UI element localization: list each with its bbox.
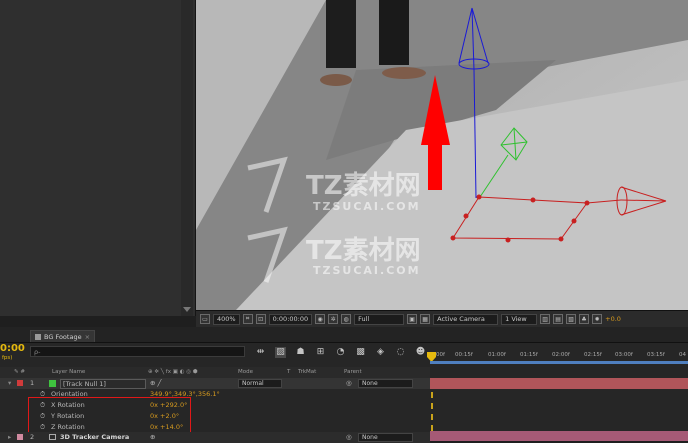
- person-left-leg: [326, 0, 356, 68]
- layer-number-2: 2: [30, 433, 35, 441]
- ruler-tick: 00f: [436, 352, 445, 358]
- collapse-arrow-icon[interactable]: ▸: [8, 433, 11, 441]
- show-channel-icon[interactable]: ✲: [328, 314, 339, 324]
- layer-name-2[interactable]: 3D Tracker Camera: [60, 433, 129, 441]
- timeline-icon[interactable]: ▧: [566, 314, 577, 324]
- shy-layers-icon[interactable]: ☗: [295, 347, 306, 358]
- graph-editor-icon[interactable]: ◌: [395, 347, 406, 358]
- frame-blending-icon[interactable]: ⊞: [315, 347, 326, 358]
- always-preview-icon[interactable]: ▭: [200, 314, 210, 324]
- color-channel-icon[interactable]: ◍: [341, 314, 352, 324]
- blend-mode-dropdown[interactable]: Normal: [238, 379, 282, 388]
- header-mode[interactable]: Mode: [238, 369, 253, 375]
- timeline-timecode[interactable]: 0:00: [0, 343, 25, 354]
- keyframe-x-rotation[interactable]: [431, 403, 433, 409]
- header-t: T: [287, 369, 291, 375]
- ruler-tick: 03:15f: [647, 352, 665, 358]
- viewer-footage: [196, 0, 688, 310]
- timeline-fps: fps): [2, 355, 13, 361]
- flowchart-icon[interactable]: ♣: [579, 314, 590, 324]
- ruler-tick: 03:00f: [615, 352, 633, 358]
- layer-2-duration-bar[interactable]: [430, 431, 688, 441]
- watermark-url: TZSUCAI.COM: [313, 200, 421, 213]
- tab-label: BG Footage: [44, 332, 82, 341]
- camera-view-dropdown[interactable]: Active Camera: [433, 313, 499, 325]
- watermark-url-2: TZSUCAI.COM: [313, 264, 421, 277]
- transparency-grid-icon[interactable]: ▦: [420, 314, 431, 324]
- keyframe-y-rotation[interactable]: [431, 414, 433, 420]
- timeline-tab-bar: [0, 327, 688, 343]
- label-color-swatch[interactable]: [17, 380, 23, 386]
- motion-blur-icon[interactable]: ◔: [335, 347, 346, 358]
- composition-viewer[interactable]: TZ素材网 TZSUCAI.COM TZ素材网 TZSUCAI.COM: [196, 0, 688, 310]
- panel-gap: [0, 316, 196, 327]
- header-trkmat[interactable]: TrkMat: [298, 369, 316, 375]
- camera-layer-icon: [49, 434, 56, 440]
- header-parent[interactable]: Parent: [344, 369, 362, 375]
- region-icon[interactable]: ⊡: [255, 314, 266, 324]
- ruler-tick: 04: [679, 352, 686, 358]
- zoom-dropdown[interactable]: 400%: [213, 313, 240, 325]
- person-right-leg: [379, 0, 409, 65]
- expand-arrow-icon[interactable]: ▾: [8, 379, 11, 387]
- view-layout-dropdown[interactable]: 1 View: [501, 313, 538, 325]
- auto-keyframe-icon[interactable]: ◈: [375, 347, 386, 358]
- tab-bg-footage[interactable]: BG Footage ×: [30, 330, 96, 342]
- work-area-bar[interactable]: [430, 361, 688, 364]
- null-layer-icon: [49, 380, 56, 387]
- watermark-brand: TZ素材网: [306, 171, 421, 201]
- viewer-toolbar: ▭ 400% ⌗ ⊡ 0:00:00:00 ◉ ✲ ◍ Full ▣ ▦ Act…: [196, 310, 688, 327]
- live-update-icon[interactable]: ☻: [415, 347, 426, 358]
- draft-3d-icon[interactable]: ▨: [275, 346, 286, 358]
- layer-switches[interactable]: ⊕ ╱: [150, 379, 161, 387]
- resolution-dropdown[interactable]: Full: [354, 313, 405, 325]
- parent-dropdown[interactable]: None: [358, 379, 413, 388]
- header-av-icons: ✎ #: [14, 369, 25, 375]
- composition-icon: [35, 333, 41, 340]
- ruler-tick: 02:15f: [584, 352, 602, 358]
- keyframe-z-rotation[interactable]: [431, 425, 433, 431]
- layer-search-input[interactable]: ρ-: [30, 346, 245, 357]
- current-time[interactable]: 0:00:00:00: [268, 313, 313, 325]
- header-switches: ⊕ ✲ ╲ fx ▣ ◐ ◎ ⬢: [148, 369, 198, 375]
- ruler-tick: 01:00f: [488, 352, 506, 358]
- keyframe-orientation[interactable]: [431, 392, 433, 398]
- composition-mini-flowchart-icon[interactable]: ⇹: [255, 347, 266, 358]
- region-of-interest-icon[interactable]: ▣: [407, 314, 418, 324]
- parent-pickwhip-icon[interactable]: ◎: [346, 379, 352, 387]
- pixel-aspect-icon[interactable]: ▥: [540, 314, 551, 324]
- rotation-highlight-box: [28, 397, 191, 434]
- layer-name[interactable]: [Track Null 1]: [60, 379, 146, 389]
- safe-margins-icon[interactable]: ⌗: [242, 314, 253, 324]
- ruler-tick: 02:00f: [552, 352, 570, 358]
- fast-preview-icon[interactable]: ▤: [553, 314, 564, 324]
- layer-1-duration-bar[interactable]: [430, 378, 688, 389]
- brainstorm-icon[interactable]: ▩: [355, 347, 366, 358]
- ruler-tick: 01:15f: [520, 352, 538, 358]
- scroll-down-arrow-icon[interactable]: [183, 307, 191, 312]
- parent-pickwhip-icon-2[interactable]: ◎: [346, 433, 352, 441]
- project-panel-scrollbar[interactable]: [181, 0, 193, 316]
- label-color-swatch-2[interactable]: [17, 434, 23, 440]
- watermark-brand-2: TZ素材网: [306, 236, 421, 266]
- layer-number: 1: [30, 379, 35, 387]
- project-panel: [0, 0, 196, 316]
- tab-close-icon[interactable]: ×: [85, 333, 90, 341]
- ruler-tick: 00:15f: [455, 352, 473, 358]
- layer-2-switches[interactable]: ⊕: [150, 433, 155, 441]
- exposure-icon[interactable]: ✹: [592, 314, 603, 324]
- exposure-value[interactable]: +0.0: [605, 315, 621, 323]
- header-layer-name[interactable]: Layer Name: [52, 369, 85, 375]
- snapshot-icon[interactable]: ◉: [315, 314, 326, 324]
